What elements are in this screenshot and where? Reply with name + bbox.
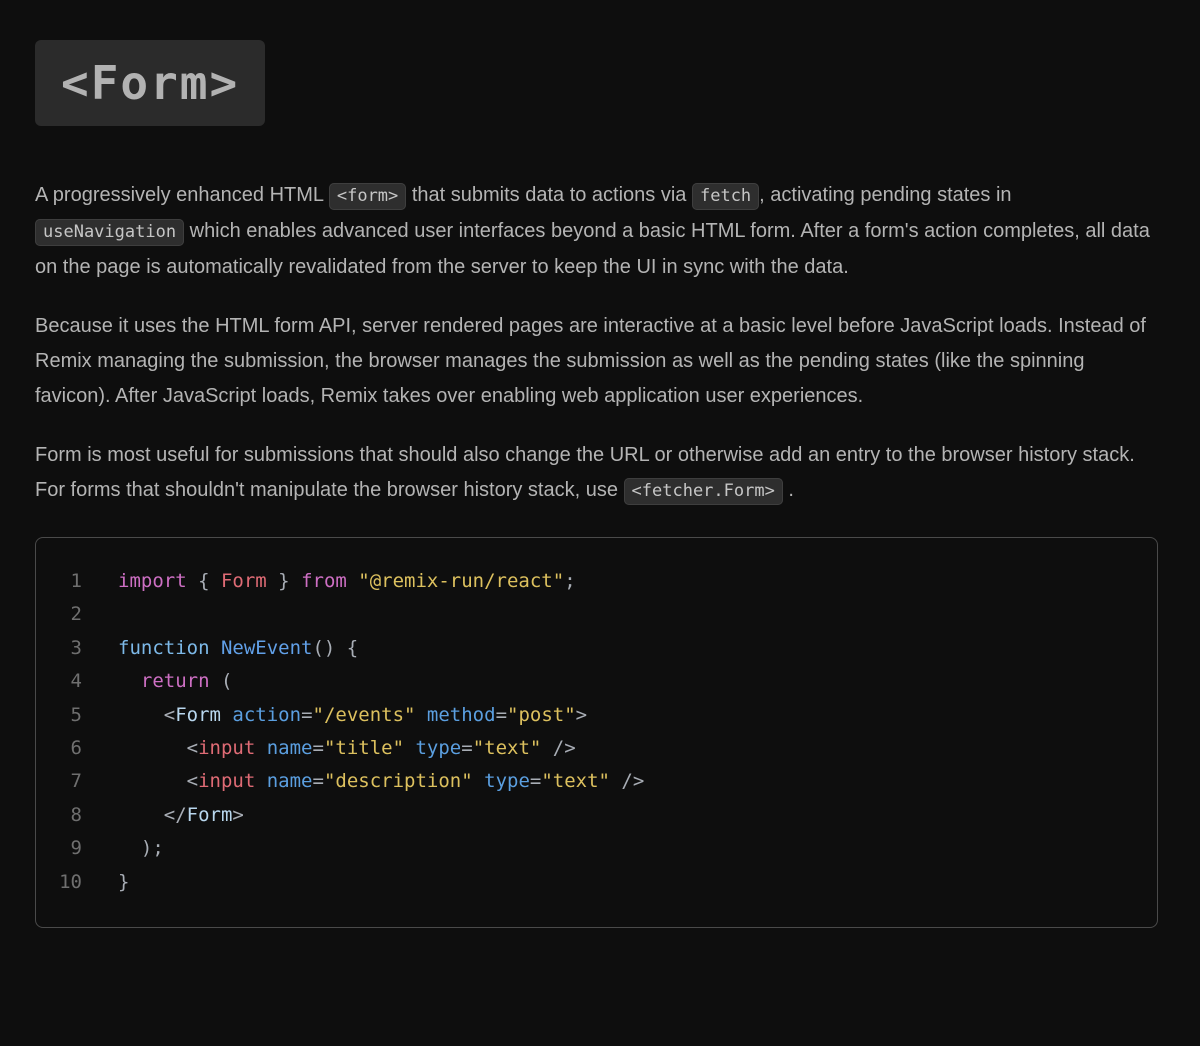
inline-code: <form> [328, 183, 407, 210]
code-line-content: return ( [140, 670, 233, 693]
page-title-text: <Form> [61, 56, 240, 110]
code-line-content: import { Form } from "@remix-run/react"; [118, 570, 576, 592]
code-lines: 1 import { Form } from "@remix-run/react"… [36, 565, 1157, 899]
code-block: 1 import { Form } from "@remix-run/react"… [35, 537, 1158, 929]
code-line: 9 ); [36, 832, 1157, 865]
paragraph: A progressively enhanced HTML <form> tha… [35, 183, 1150, 278]
code-line-content: </Form> [118, 803, 244, 826]
line-number: 7 [70, 770, 82, 793]
paragraph: Because it uses the HTML form API, serve… [35, 315, 1146, 407]
inline-code: fetch [691, 183, 760, 210]
paragraph: Form is most useful for submissions that… [35, 438, 1158, 509]
code-line: 8 </Form> [36, 799, 1157, 832]
inline-code: <fetcher.Form> [623, 478, 783, 505]
code-line: 5 <Form action="/events" method="post"> [36, 699, 1157, 732]
code-line-content: <Form action="/events" method="post"> [118, 703, 588, 726]
page-title: <Form> [35, 40, 266, 126]
line-number: 8 [70, 803, 82, 826]
intro-paragraphs: A progressively enhanced HTML <form> tha… [35, 178, 1158, 509]
code-line: 6 <input name="title" type="text" /> [36, 732, 1157, 765]
code-line-content: <input name="title" type="text" /> [118, 737, 576, 760]
code-line-content: function NewEvent() { [118, 636, 359, 659]
inline-code: useNavigation [35, 219, 185, 246]
line-number: 3 [70, 636, 82, 659]
code-line: 3 function NewEvent() { [36, 632, 1157, 665]
line-number: 4 [70, 670, 82, 693]
code-line-content: <input name="description" type="text" /> [118, 770, 645, 793]
code-line: 7 <input name="description" type="text" … [36, 765, 1157, 798]
line-number: 1 [70, 570, 82, 592]
line-number: 2 [70, 603, 82, 626]
code-line: 4 return ( [36, 665, 1157, 698]
docs-page: <Form> A progressively enhanced HTML <fo… [0, 0, 1200, 929]
code-line: 10} [36, 866, 1157, 899]
code-line: 1 import { Form } from "@remix-run/react"… [36, 565, 1157, 598]
line-number: 5 [70, 703, 82, 726]
line-number: 9 [70, 837, 82, 860]
code-line-content: ); [118, 837, 164, 860]
code-line: 2 [36, 598, 1157, 631]
code-line-content [82, 598, 129, 631]
line-number: 6 [70, 737, 82, 760]
code-line-content: } [118, 870, 130, 893]
line-number: 10 [59, 870, 82, 893]
